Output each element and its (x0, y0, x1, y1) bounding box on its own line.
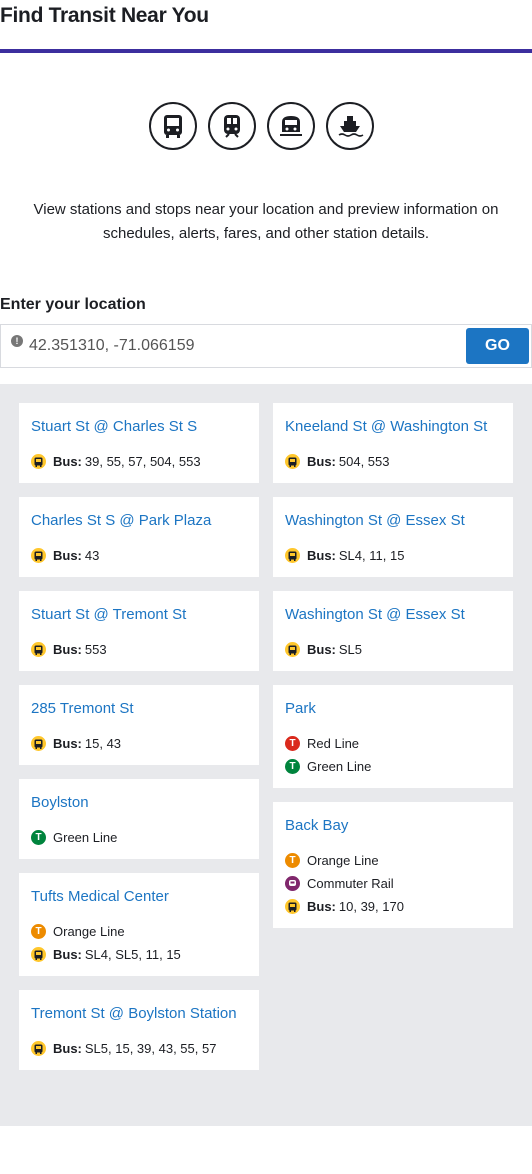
stop-name-link[interactable]: Tufts Medical Center (31, 887, 247, 907)
route-mode-label: Bus: (53, 454, 82, 469)
stops-column-left: Stuart St @ Charles St S Bus: 39, 55, 57, … (19, 403, 259, 1070)
location-label: Enter your location (0, 296, 146, 313)
route-mode-label: Bus: (307, 642, 336, 657)
route-row: T Green Line (285, 759, 501, 774)
bus-icon (285, 642, 300, 657)
orange-line-icon: T (31, 924, 46, 939)
stop-card: Washington St @ Essex St Bus: SL5 (273, 591, 513, 671)
route-text: 15, 43 (84, 736, 122, 751)
stop-card: Boylston T Green Line (19, 779, 259, 859)
go-button[interactable]: GO (466, 328, 529, 364)
alert-icon: ! (11, 335, 23, 347)
stop-card: Washington St @ Essex St Bus: SL4, 11, 15 (273, 497, 513, 577)
transit-mode-icons (149, 102, 374, 150)
stop-card: Back Bay T Orange Line Commuter Rail Bus: 10,… (273, 802, 513, 928)
nearby-stops-results: Stuart St @ Charles St S Bus: 39, 55, 57, … (0, 384, 532, 1126)
green-line-icon: T (31, 830, 46, 845)
bus-icon (285, 454, 300, 469)
route-text: Red Line (307, 736, 360, 751)
bus-icon (31, 947, 46, 962)
bus-icon (285, 899, 300, 914)
route-mode-label: Bus: (53, 548, 82, 563)
stop-name-link[interactable]: Washington St @ Essex St (285, 511, 501, 531)
route-mode-label: Bus: (307, 899, 336, 914)
route-row: Bus: 39, 55, 57, 504, 553 (31, 454, 247, 469)
route-text: SL4, SL5, 11, 15 (84, 947, 181, 962)
route-mode-label: Bus: (53, 1041, 82, 1056)
route-text: 39, 55, 57, 504, 553 (84, 454, 201, 469)
route-row: Bus: 10, 39, 170 (285, 899, 501, 914)
stop-name-link[interactable]: Back Bay (285, 816, 501, 836)
route-text: Orange Line (307, 853, 379, 868)
stop-name-link[interactable]: Park (285, 699, 501, 719)
route-row: Bus: 43 (31, 548, 247, 563)
route-mode-label: Bus: (307, 548, 336, 563)
bus-icon (31, 736, 46, 751)
page-title: Find Transit Near You (0, 4, 209, 27)
route-text: Orange Line (53, 924, 125, 939)
stop-card: Tremont St @ Boylston Station Bus: SL5, 15… (19, 990, 259, 1070)
stop-name-link[interactable]: Stuart St @ Charles St S (31, 417, 247, 437)
route-text: SL5, 15, 39, 43, 55, 57 (84, 1041, 217, 1056)
route-row: Bus: SL4, SL5, 11, 15 (31, 947, 247, 962)
stop-card: Stuart St @ Charles St S Bus: 39, 55, 57, … (19, 403, 259, 483)
route-text: Green Line (307, 759, 372, 774)
stop-card: Tufts Medical Center T Orange Line Bus: SL4,… (19, 873, 259, 976)
green-line-icon: T (285, 759, 300, 774)
route-mode-label: Bus: (53, 642, 82, 657)
orange-line-icon: T (285, 853, 300, 868)
route-text: SL5 (338, 642, 363, 657)
commuter-rail-icon[interactable] (267, 102, 315, 150)
bus-icon (31, 548, 46, 563)
stop-name-link[interactable]: Washington St @ Essex St (285, 605, 501, 625)
ferry-icon[interactable] (326, 102, 374, 150)
stop-card: 285 Tremont St Bus: 15, 43 (19, 685, 259, 765)
stop-card: Park T Red Line T Green Line (273, 685, 513, 788)
route-row: Bus: SL5 (285, 642, 501, 657)
route-row: T Green Line (31, 830, 247, 845)
stop-card: Charles St S @ Park Plaza Bus: 43 (19, 497, 259, 577)
stop-name-link[interactable]: Boylston (31, 793, 247, 813)
route-mode-label: Bus: (53, 736, 82, 751)
stop-name-link[interactable]: Kneeland St @ Washington St (285, 417, 501, 437)
route-mode-label: Bus: (307, 454, 336, 469)
route-mode-label: Bus: (53, 947, 82, 962)
route-row: T Orange Line (285, 853, 501, 868)
route-row: Bus: SL5, 15, 39, 43, 55, 57 (31, 1041, 247, 1056)
stop-card: Stuart St @ Tremont St Bus: 553 (19, 591, 259, 671)
route-row: Bus: 553 (31, 642, 247, 657)
bus-icon (31, 1041, 46, 1056)
route-text: Green Line (53, 830, 118, 845)
route-text: 553 (84, 642, 107, 657)
commuter-rail-icon (285, 876, 300, 891)
route-text: 43 (84, 548, 100, 563)
bus-icon (31, 642, 46, 657)
bus-icon (31, 454, 46, 469)
title-divider (0, 49, 532, 53)
route-row: T Orange Line (31, 924, 247, 939)
stops-column-right: Kneeland St @ Washington St Bus: 504, 553 W… (273, 403, 513, 928)
route-text: SL4, 11, 15 (338, 548, 405, 563)
route-text: Commuter Rail (307, 876, 394, 891)
route-text: 10, 39, 170 (338, 899, 404, 914)
stop-name-link[interactable]: Charles St S @ Park Plaza (31, 511, 247, 531)
stop-name-link[interactable]: 285 Tremont St (31, 699, 247, 719)
red-line-icon: T (285, 736, 300, 751)
stop-card: Kneeland St @ Washington St Bus: 504, 553 (273, 403, 513, 483)
location-input[interactable] (29, 333, 459, 359)
route-text: 504, 553 (338, 454, 390, 469)
stop-name-link[interactable]: Stuart St @ Tremont St (31, 605, 247, 625)
route-row: T Red Line (285, 736, 501, 751)
location-search-box: ! GO (0, 324, 532, 368)
route-row: Bus: SL4, 11, 15 (285, 548, 501, 563)
intro-text: View stations and stops near your locati… (33, 201, 499, 242)
route-row: Bus: 504, 553 (285, 454, 501, 469)
route-row: Commuter Rail (285, 876, 501, 891)
bus-icon (285, 548, 300, 563)
route-row: Bus: 15, 43 (31, 736, 247, 751)
bus-icon[interactable] (149, 102, 197, 150)
subway-icon[interactable] (208, 102, 256, 150)
stop-name-link[interactable]: Tremont St @ Boylston Station (31, 1004, 247, 1024)
